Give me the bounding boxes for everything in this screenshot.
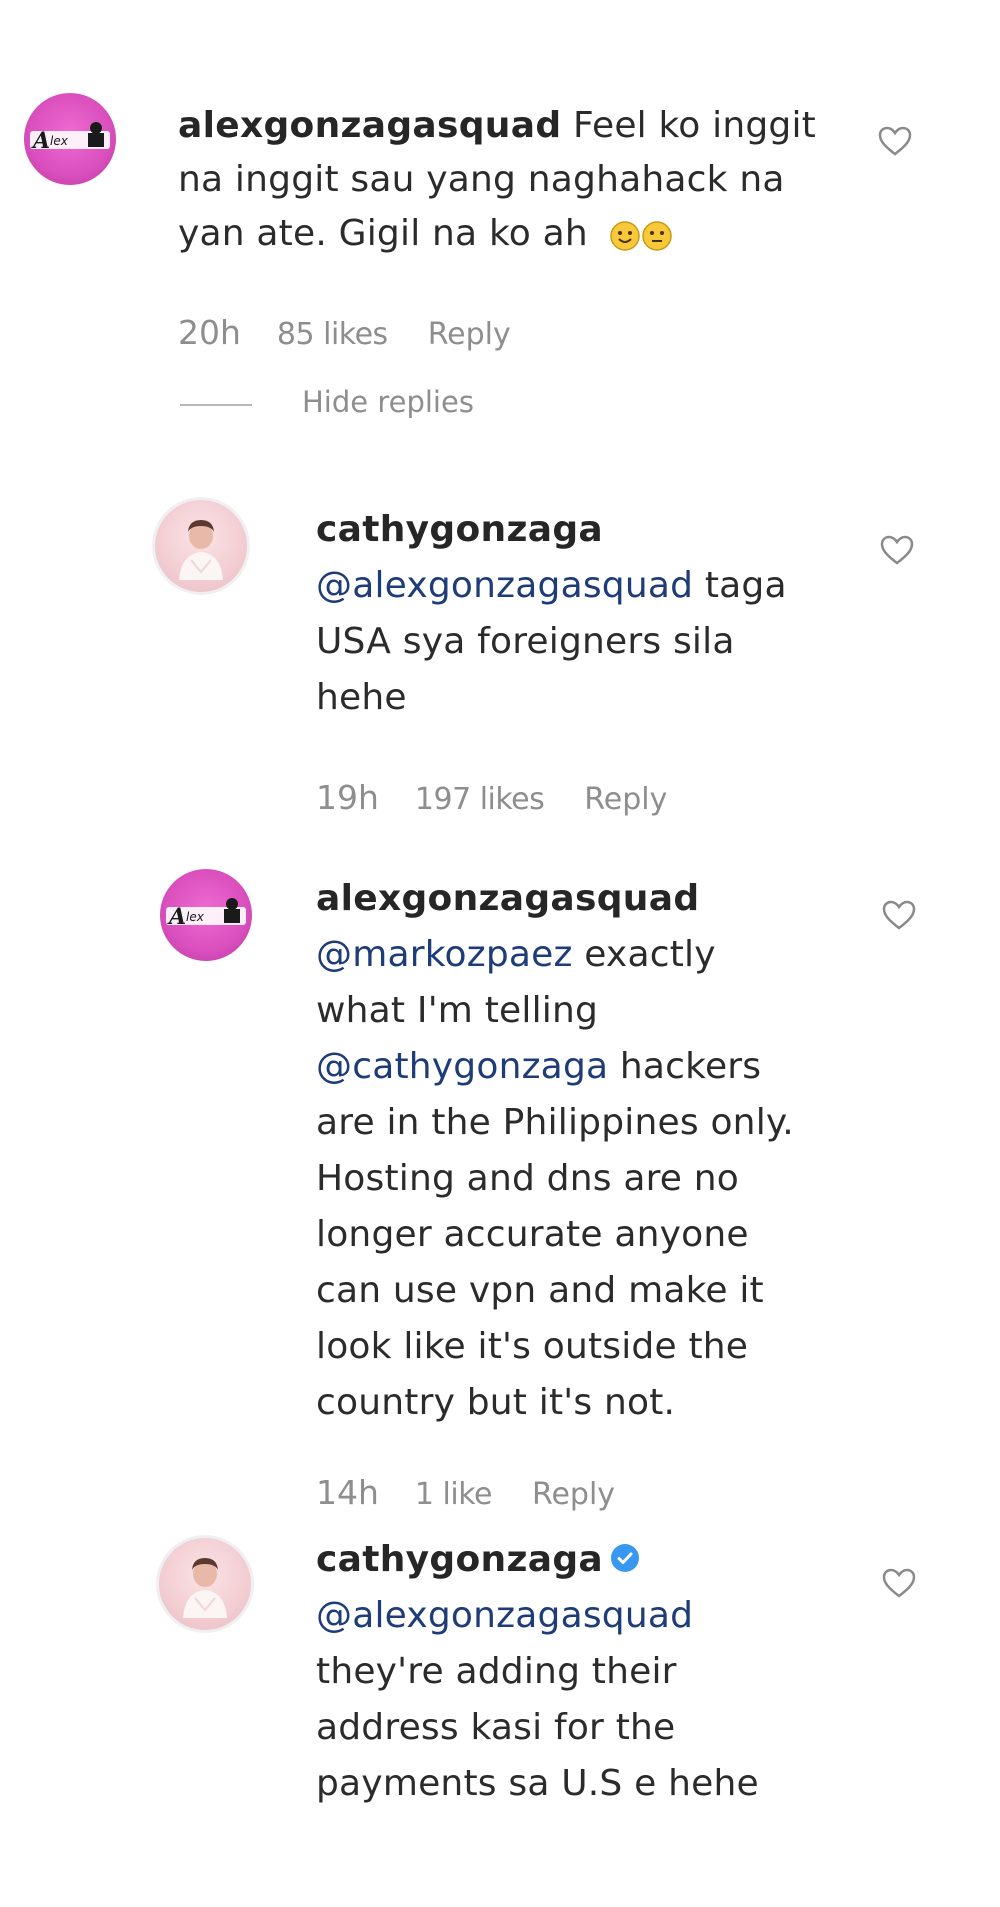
comment-text: can use vpn and make it [316, 1270, 764, 1311]
hide-replies-button[interactable]: Hide replies [302, 385, 474, 419]
avatar-cathygonzaga[interactable] [152, 497, 250, 595]
comment-likes[interactable]: 1 like [415, 1477, 493, 1512]
comment-text-line: @markozpaez exactly [316, 932, 794, 978]
comment-body: cathygonzaga @alexgonzagasquad taga USA … [316, 507, 787, 721]
comment-text-line: @cathygonzaga hackers [316, 1044, 794, 1090]
hide-replies-divider [180, 404, 252, 406]
comment-meta: 19h 197 likes Reply [316, 778, 667, 817]
reply-button[interactable]: Reply [584, 782, 667, 817]
brand-logo-icon: A lex [30, 122, 110, 154]
verified-badge-icon [610, 1544, 639, 1572]
comment-body: cathygonzaga @alexgonzagasquad they're a… [316, 1537, 759, 1807]
comment-text: longer accurate anyone [316, 1214, 749, 1255]
comment-text: look like it's outside the [316, 1326, 749, 1367]
like-heart-icon[interactable] [880, 535, 914, 565]
like-heart-icon[interactable] [878, 126, 912, 156]
comment-text: payments sa U.S e hehe [316, 1763, 759, 1804]
comment-text: yan ate. Gigil na ko ah [178, 213, 588, 254]
reply-button[interactable]: Reply [532, 1477, 615, 1512]
neutral-face-emoji [641, 217, 672, 251]
comment-text: exactly [572, 934, 716, 975]
comment-likes[interactable]: 197 likes [415, 782, 545, 817]
comment-time: 20h [178, 313, 241, 352]
comment-text: USA sya foreigners sila [316, 621, 735, 662]
portrait-photo [183, 1558, 227, 1618]
comment-text-line: yan ate. Gigil na ko ah [178, 211, 816, 257]
mention-link[interactable]: @markozpaez [316, 934, 573, 975]
svg-text:A: A [31, 128, 50, 154]
comment-username[interactable]: alexgonzagasquad [316, 876, 794, 922]
avatar-cathygonzaga[interactable] [156, 1535, 254, 1633]
comment-text: hehe [316, 677, 407, 718]
avatar-alexgonzagasquad[interactable]: A lex [24, 93, 116, 185]
comment-username[interactable]: alexgonzagasquad [178, 105, 561, 146]
comment-text: address kasi for the [316, 1707, 676, 1748]
portrait-photo [179, 520, 223, 580]
comment-header: cathygonzaga [316, 1537, 759, 1583]
comment-body: alexgonzagasquad @markozpaez exactly wha… [316, 876, 794, 1426]
comment-text: Feel ko inggit [561, 105, 817, 146]
comment-username[interactable]: cathygonzaga [316, 507, 787, 553]
comment-username[interactable]: cathygonzaga [316, 1539, 603, 1580]
mention-link[interactable]: @cathygonzaga [316, 1046, 608, 1087]
comment-likes[interactable]: 85 likes [277, 317, 388, 352]
comment-text: na inggit sau yang naghahack na [178, 159, 785, 200]
comment-text: what I'm telling [316, 990, 599, 1031]
comment-meta: 14h 1 like Reply [316, 1473, 615, 1512]
comment-text: they're adding their [316, 1651, 677, 1692]
mention-link[interactable]: @alexgonzagasquad [316, 1593, 759, 1639]
like-heart-icon[interactable] [882, 900, 916, 930]
comment-time: 19h [316, 778, 379, 817]
smiling-face-emoji [609, 217, 640, 251]
svg-text:A: A [167, 904, 186, 930]
svg-text:lex: lex [50, 134, 69, 148]
avatar-alexgonzagasquad[interactable]: A lex [160, 869, 252, 961]
like-heart-icon[interactable] [882, 1568, 916, 1598]
reply-button[interactable]: Reply [428, 317, 511, 352]
comment-text: taga [693, 565, 787, 606]
comment-text: hackers [608, 1046, 762, 1087]
comment-time: 14h [316, 1473, 379, 1512]
mention-link[interactable]: @alexgonzagasquad [316, 565, 693, 606]
comment-meta: 20h 85 likes Reply [178, 313, 511, 352]
comment-text-line: @alexgonzagasquad taga [316, 563, 787, 609]
comment-text: are in the Philippines only. [316, 1102, 794, 1143]
brand-logo-icon: A lex [166, 898, 246, 930]
comment-text: country but it's not. [316, 1382, 676, 1423]
comment-text: Hosting and dns are no [316, 1158, 740, 1199]
svg-text:lex: lex [186, 910, 205, 924]
comment-body: alexgonzagasquad Feel ko inggit na inggi… [178, 103, 816, 257]
